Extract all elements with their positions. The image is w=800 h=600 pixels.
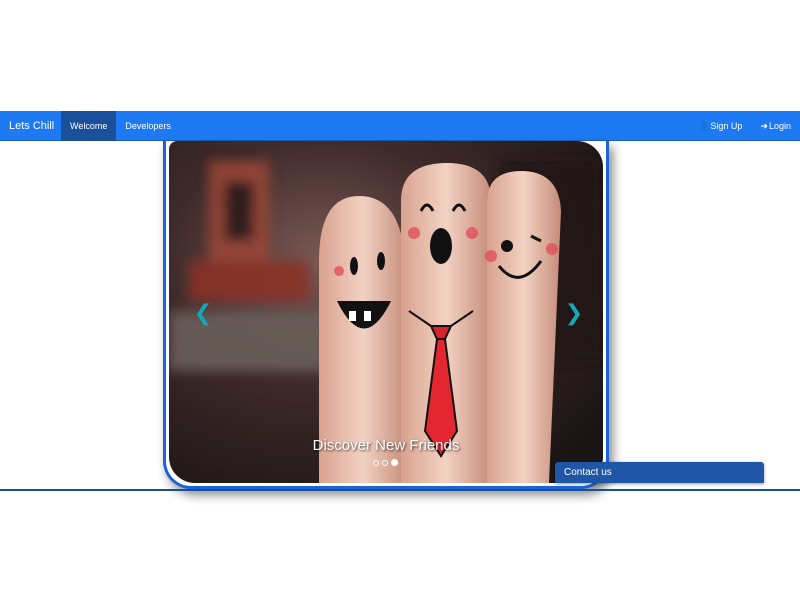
login-link[interactable]: ➜Login [751, 111, 800, 141]
sign-up-link[interactable]: 👤Sign Up [689, 111, 751, 141]
nav-right: 👤Sign Up ➜Login [689, 111, 800, 141]
nav-item-welcome[interactable]: Welcome [61, 111, 117, 141]
navbar: Lets Chill Welcome Developers 👤Sign Up ➜… [0, 111, 800, 141]
slide-caption: Discover New Friends [312, 437, 460, 454]
login-label: Login [768, 121, 791, 131]
carousel-indicator-3[interactable] [391, 459, 398, 466]
slide-image-finger-friends [169, 141, 603, 483]
sign-up-label: Sign Up [710, 121, 743, 131]
nav-item-developers[interactable]: Developers [116, 111, 180, 141]
carousel-prev-button[interactable]: ❮ [193, 301, 213, 325]
nav-left: Welcome Developers [61, 111, 180, 141]
section-divider [0, 489, 800, 491]
carousel-indicators [373, 459, 398, 466]
brand-link[interactable]: Lets Chill [0, 111, 63, 141]
login-icon: ➜ [760, 121, 768, 131]
user-icon: 👤 [698, 121, 710, 131]
carousel-indicator-2[interactable] [382, 460, 388, 466]
carousel: ❮ ❯ Discover New Friends [169, 141, 603, 483]
carousel-indicator-1[interactable] [373, 460, 379, 466]
carousel-frame: ❮ ❯ Discover New Friends [163, 141, 609, 489]
carousel-next-button[interactable]: ❯ [564, 301, 584, 325]
contact-us-tab[interactable]: Contact us [555, 462, 764, 483]
